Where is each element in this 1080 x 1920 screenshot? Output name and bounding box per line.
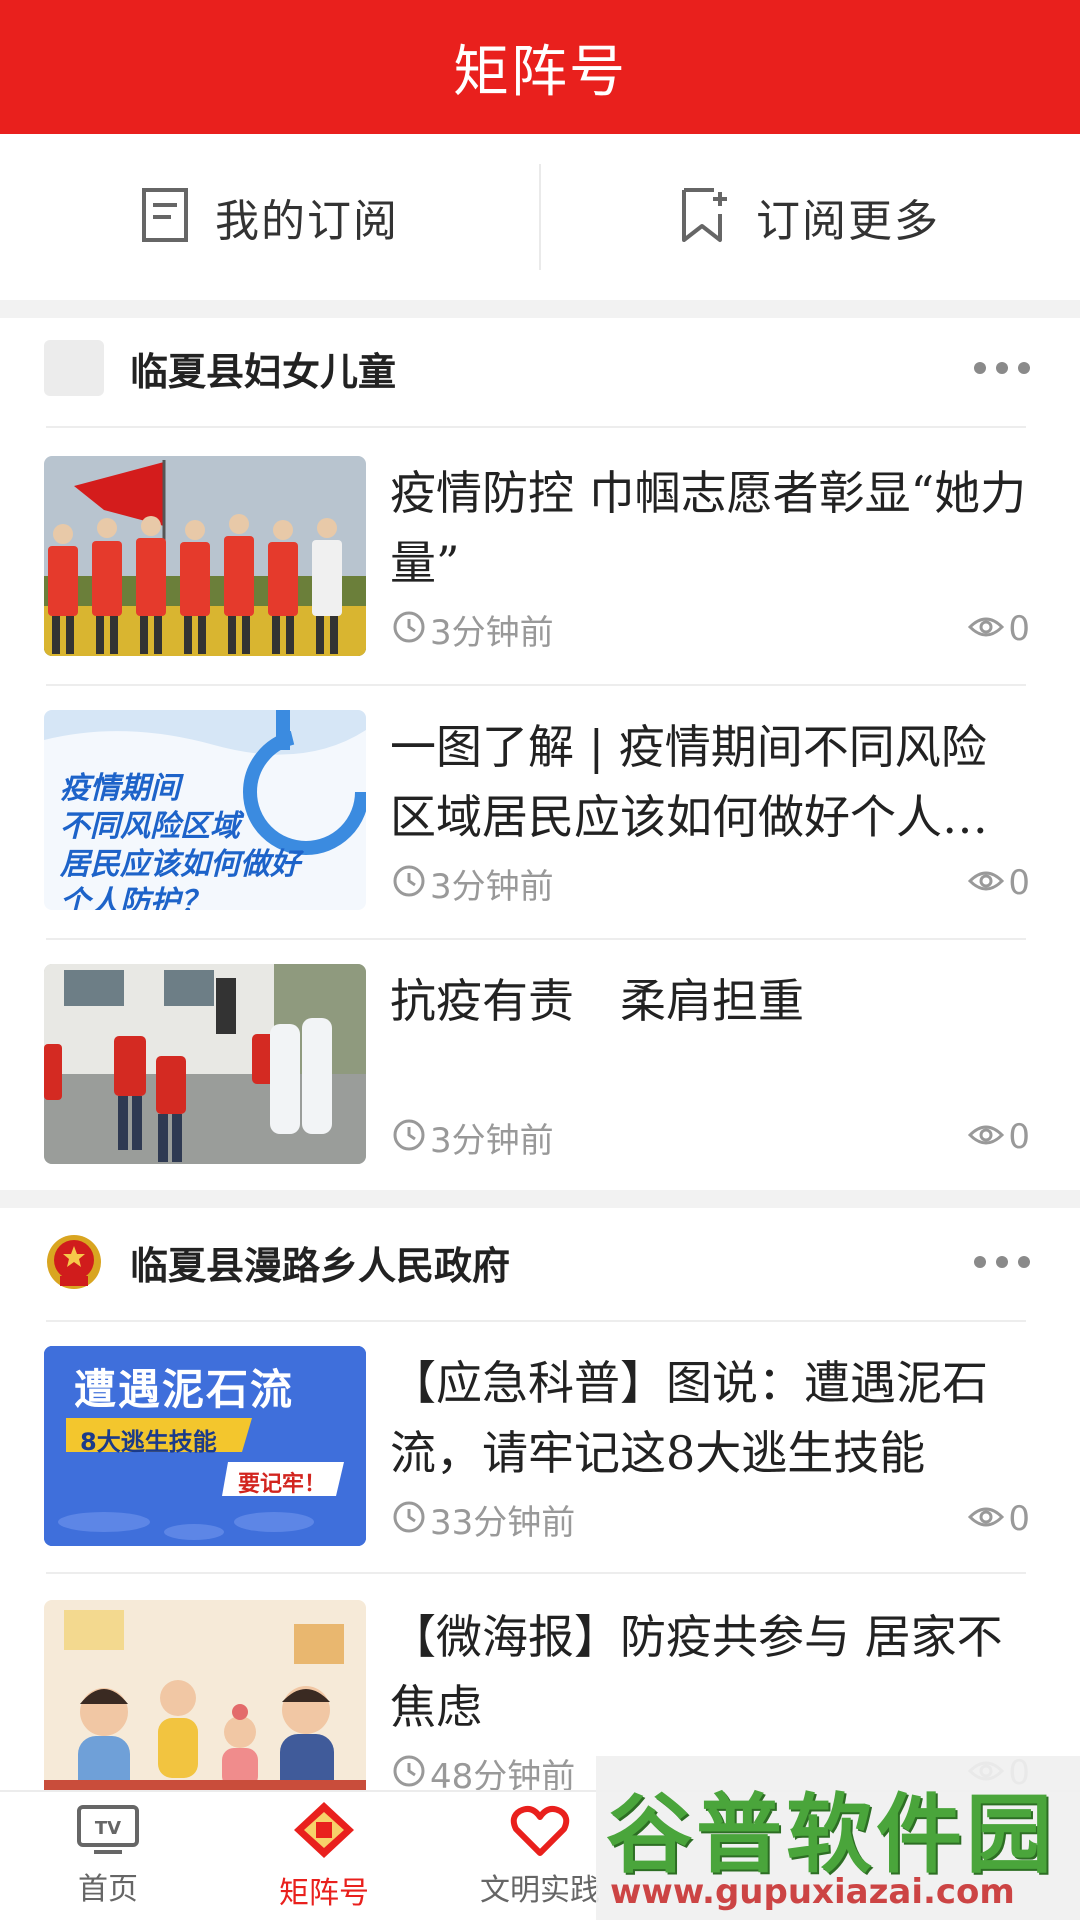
watermark-url: www.gupuxiazai.com [610, 1872, 1015, 1912]
subscription-list-icon [141, 187, 189, 247]
channel-header[interactable]: 临夏县妇女儿童 [44, 318, 1036, 418]
clock-icon [392, 1500, 426, 1538]
article-time: 3分钟前 [430, 1120, 554, 1161]
watermark-logo: 谷普软件园 [606, 1785, 1056, 1885]
tab-home-label: 首页 [78, 1872, 138, 1907]
tab-divider [539, 164, 541, 270]
article-meta: 33分钟前 0 [392, 1498, 1030, 1543]
protective-suits-photo-thumbnail [44, 964, 366, 1164]
heart-icon [510, 1803, 570, 1861]
thumbnail-text: 不同风险区域 [60, 809, 240, 844]
top-app-bar: 矩阵号 [0, 0, 1080, 134]
my-subscriptions-button[interactable]: 我的订阅 [0, 134, 540, 300]
national-emblem-icon [44, 1232, 104, 1292]
article-card[interactable]: 疫情防控 巾帼志愿者彰显“她力量” 3分钟前 0 [44, 456, 1036, 656]
divider [46, 938, 1026, 940]
my-subscriptions-label: 我的订阅 [215, 196, 399, 247]
tab-matrix-label: 矩阵号 [279, 1876, 369, 1911]
eye-icon [968, 869, 1005, 897]
eye-icon [968, 1505, 1005, 1533]
bookmark-add-icon [680, 186, 730, 248]
eye-icon [968, 1123, 1005, 1151]
channel-name: 临夏县妇女儿童 [130, 349, 397, 394]
svg-text:TV: TV [95, 1818, 121, 1839]
view-count: 0 [1008, 609, 1030, 649]
tv-icon: TV [76, 1804, 140, 1860]
view-count: 0 [1008, 863, 1030, 903]
watermark: 谷普软件园 www.gupuxiazai.com [596, 1756, 1080, 1920]
article-title: 【应急科普】图说：遭遇泥石流，请牢记这8大逃生技能 [390, 1356, 988, 1480]
channel-name: 临夏县漫路乡人民政府 [130, 1243, 511, 1288]
thumbnail-text: 居民应该如何做好 [60, 847, 300, 882]
subscribe-more-label: 订阅更多 [756, 196, 940, 247]
article-meta: 3分钟前 0 [392, 862, 1030, 907]
eye-icon [968, 615, 1005, 643]
divider [46, 1320, 1026, 1322]
clock-icon [392, 864, 426, 902]
infographic-thumbnail: 疫情期间 不同风险区域 居民应该如何做好 个人防护？ [44, 710, 366, 910]
article-title: 一图了解 | 疫情期间不同风险区域居民应该如何做好个人防护？ [390, 720, 988, 844]
thumbnail-text: 个人防护？ [60, 885, 210, 910]
tab-matrix[interactable]: 矩阵号 [216, 1792, 432, 1920]
family-illustration-thumbnail [44, 1600, 366, 1800]
subscription-tabs: 我的订阅 订阅更多 [0, 134, 1080, 300]
divider [46, 684, 1026, 686]
article-meta: 3分钟前 0 [392, 1116, 1030, 1161]
tab-home[interactable]: TV 首页 [0, 1792, 216, 1920]
section-gap [0, 300, 1080, 318]
article-views: 0 [968, 609, 1030, 649]
mudslide-poster-thumbnail: 遭遇泥石流 8大逃生技能 要记牢！ [44, 1346, 366, 1546]
article-title: 【微海报】防疫共参与 居家不焦虑 [390, 1610, 1003, 1734]
view-count: 0 [1008, 1499, 1030, 1539]
divider [46, 1572, 1026, 1574]
article-card[interactable]: 遭遇泥石流 8大逃生技能 要记牢！ 【应急科普】图说：遭遇泥石流，请牢记这8大逃… [44, 1346, 1036, 1546]
article-card[interactable]: 疫情期间 不同风险区域 居民应该如何做好 个人防护？ 一图了解 | 疫情期间不同… [44, 710, 1036, 910]
article-views: 0 [968, 1117, 1030, 1157]
article-time: 3分钟前 [430, 612, 554, 653]
tab-civilization-label: 文明实践 [480, 1873, 600, 1908]
thumbnail-text: 8大逃生技能 [80, 1428, 217, 1456]
clock-icon [392, 1754, 426, 1792]
thumbnail-text: 要记牢！ [238, 1472, 327, 1497]
more-options-icon[interactable] [974, 1256, 1030, 1268]
matrix-badge-icon [292, 1800, 356, 1864]
thumbnail-text: 遭遇泥石流 [74, 1365, 295, 1414]
channel-header[interactable]: 临夏县漫路乡人民政府 [44, 1212, 1036, 1312]
article-meta: 3分钟前 0 [392, 608, 1030, 653]
volunteers-photo-thumbnail [44, 456, 366, 656]
clock-icon [392, 610, 426, 648]
more-options-icon[interactable] [974, 362, 1030, 374]
thumbnail-text: 疫情期间 [60, 771, 180, 806]
article-views: 0 [968, 863, 1030, 903]
article-title: 疫情防控 巾帼志愿者彰显“她力量” [390, 466, 1027, 590]
subscribe-more-button[interactable]: 订阅更多 [540, 134, 1080, 300]
divider [46, 426, 1026, 428]
channel-avatar [44, 340, 104, 396]
view-count: 0 [1008, 1117, 1030, 1157]
page-title: 矩阵号 [453, 39, 627, 105]
article-views: 0 [968, 1499, 1030, 1539]
article-time: 3分钟前 [430, 866, 554, 907]
article-time: 33分钟前 [430, 1502, 576, 1543]
section-gap [0, 1190, 1080, 1208]
article-title: 抗疫有责 柔肩担重 [390, 974, 804, 1028]
clock-icon [392, 1118, 426, 1156]
article-card[interactable]: 抗疫有责 柔肩担重 3分钟前 0 [44, 964, 1036, 1164]
